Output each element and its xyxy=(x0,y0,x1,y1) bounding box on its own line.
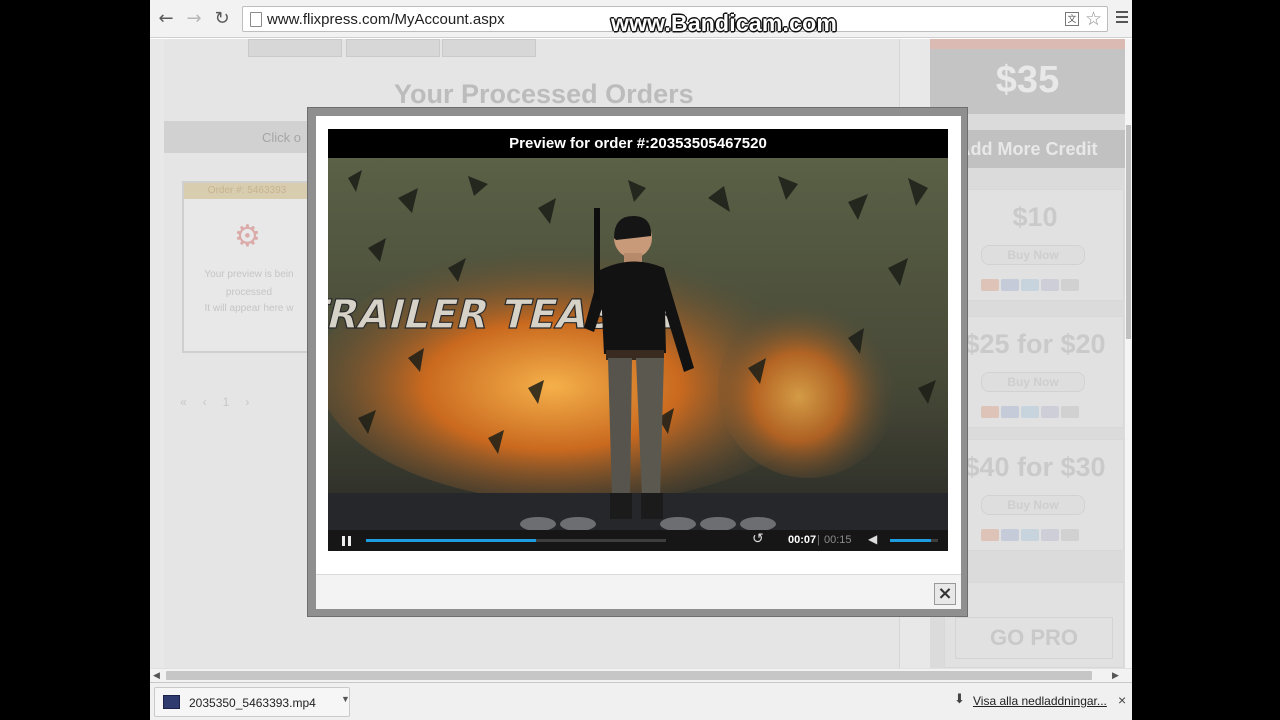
scroll-left-arrow-icon[interactable]: ◀ xyxy=(153,670,160,681)
player-controls: ↺ 00:07 | 00:15 ◀ xyxy=(328,530,948,551)
video-file-icon xyxy=(163,695,180,709)
close-icon[interactable]: × xyxy=(934,583,956,605)
total-time: 00:15 xyxy=(824,534,852,546)
seek-bar-fill xyxy=(366,539,536,542)
close-download-shelf-icon[interactable]: × xyxy=(1118,692,1126,708)
volume-icon[interactable]: ◀ xyxy=(868,532,877,546)
address-bar[interactable]: www.flixpress.com/MyAccount.aspx www.Ban… xyxy=(242,6,1108,36)
vertical-scrollbar[interactable] xyxy=(1125,39,1132,668)
time-separator: | xyxy=(817,534,820,546)
reload-icon[interactable]: ↻ xyxy=(212,9,232,29)
back-arrow-icon[interactable]: ← xyxy=(156,9,176,29)
show-all-downloads-link[interactable]: Visa alla nedladdningar... xyxy=(973,694,1107,708)
video-frame[interactable]: TRAILER TEASER xyxy=(328,158,948,530)
scroll-right-arrow-icon[interactable]: ▶ xyxy=(1112,670,1119,681)
screen: ← → ↻ www.flixpress.com/MyAccount.aspx w… xyxy=(0,0,1280,720)
page-icon xyxy=(250,12,262,27)
download-arrow-icon: ⬇ xyxy=(954,692,965,707)
seek-bar[interactable] xyxy=(366,539,666,542)
bookmark-star-icon[interactable]: ☆ xyxy=(1085,8,1102,30)
pause-icon[interactable] xyxy=(342,536,351,546)
download-file-name[interactable]: 2035350_5463393.mp4 xyxy=(189,696,316,710)
preview-title: Preview for order #:20353505467520 xyxy=(509,135,767,152)
video-player[interactable]: Preview for order #:20353505467520 TRAIL… xyxy=(328,129,948,551)
forward-arrow-icon[interactable]: → xyxy=(184,9,204,29)
menu-icon[interactable] xyxy=(1116,11,1128,25)
download-item[interactable]: 2035350_5463393.mp4 ▼ xyxy=(154,687,350,717)
browser-toolbar: ← → ↻ www.flixpress.com/MyAccount.aspx w… xyxy=(150,0,1132,38)
url-text[interactable]: www.flixpress.com/MyAccount.aspx xyxy=(267,11,505,28)
horizontal-scrollbar[interactable]: ◀ ▶ xyxy=(150,668,1132,682)
scrollbar-thumb[interactable] xyxy=(166,671,1092,680)
download-shelf: 2035350_5463393.mp4 ▼ ⬇ Visa alla nedlad… xyxy=(150,682,1132,720)
bandicam-watermark: www.Bandicam.com xyxy=(611,10,838,36)
volume-slider[interactable] xyxy=(890,539,938,542)
chevron-down-icon[interactable]: ▼ xyxy=(341,694,350,704)
modal-body: Preview for order #:20353505467520 TRAIL… xyxy=(316,116,961,609)
current-time: 00:07 xyxy=(788,534,817,546)
replay-icon[interactable]: ↺ xyxy=(752,531,764,547)
preview-modal: Preview for order #:20353505467520 TRAIL… xyxy=(307,107,968,617)
modal-footer: × xyxy=(316,574,961,609)
translate-icon[interactable]: 文 xyxy=(1065,12,1079,26)
volume-slider-fill xyxy=(890,539,931,542)
